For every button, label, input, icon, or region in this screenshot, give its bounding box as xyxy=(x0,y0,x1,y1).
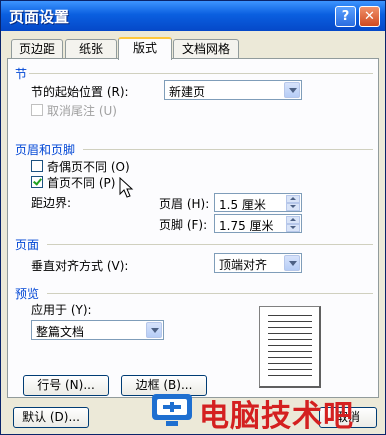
footer-distance-spinner[interactable]: 1.75 厘米 xyxy=(214,214,302,233)
divider xyxy=(47,244,373,245)
preview-line xyxy=(268,363,312,364)
footer-distance-value: 1.75 厘米 xyxy=(219,219,274,233)
vertical-alignment-value: 顶端对齐 xyxy=(219,258,268,272)
close-button[interactable]: ✕ xyxy=(359,6,380,27)
divider xyxy=(29,73,373,74)
spin-up-icon[interactable] xyxy=(286,195,300,203)
from-edge-label: 距边界: xyxy=(31,196,72,210)
odd-even-checkbox[interactable] xyxy=(31,160,43,172)
tab-margins[interactable]: 页边距 xyxy=(11,39,63,58)
watermark: 电脑技术吧 xyxy=(149,389,385,434)
default-button[interactable]: 默认 (D)... xyxy=(13,407,89,428)
preview-line xyxy=(268,333,312,334)
tab-paper[interactable]: 纸张 xyxy=(65,39,117,58)
first-page-label: 首页不同 (P) xyxy=(47,176,116,190)
preview-line xyxy=(268,315,312,316)
window-title: 页面设置 xyxy=(9,8,70,26)
divider xyxy=(83,149,373,150)
section-start-label: 节的起始位置 (R): xyxy=(31,85,129,99)
preview-line xyxy=(268,375,312,376)
vertical-alignment-label: 垂直对齐方式 (V): xyxy=(31,259,129,273)
divider xyxy=(47,293,373,294)
watermark-text: 电脑技术吧 xyxy=(199,399,354,434)
section-start-value: 新建页 xyxy=(169,85,206,99)
page-preview xyxy=(259,306,321,388)
spin-up-icon[interactable] xyxy=(286,216,300,224)
section-group-label: 节 xyxy=(15,67,28,81)
help-button[interactable]: ? xyxy=(335,6,356,27)
line-numbers-button[interactable]: 行号 (N)... xyxy=(23,375,109,396)
preview-line xyxy=(268,357,312,358)
preview-line xyxy=(268,339,312,340)
vertical-alignment-select[interactable]: 顶端对齐 xyxy=(214,253,302,273)
mouse-pointer-icon xyxy=(119,177,134,198)
tab-strip: 页边距 纸张 版式 文档网格 xyxy=(7,37,381,60)
section-start-select[interactable]: 新建页 xyxy=(164,80,302,100)
computer-logo-icon xyxy=(152,394,192,426)
suppress-endnotes-checkbox xyxy=(31,104,43,116)
title-bar: 页面设置 ? ✕ xyxy=(1,1,385,31)
odd-even-label: 奇偶页不同 (O) xyxy=(47,160,130,174)
apply-to-label: 应用于 (Y): xyxy=(31,303,92,317)
apply-to-select[interactable]: 整篇文档 xyxy=(31,320,164,340)
suppress-endnotes-label: 取消尾注 (U) xyxy=(47,104,117,118)
header-distance-value: 1.5 厘米 xyxy=(219,198,266,212)
footer-distance-label: 页脚 (F): xyxy=(159,218,208,232)
preview-line xyxy=(268,369,312,370)
first-page-checkbox[interactable] xyxy=(31,176,43,188)
header-distance-label: 页眉 (H): xyxy=(159,197,210,211)
tab-layout[interactable]: 版式 xyxy=(118,37,172,60)
header-distance-spinner[interactable]: 1.5 厘米 xyxy=(214,193,302,212)
preview-line xyxy=(268,327,312,328)
headers-footers-group-label: 页眉和页脚 xyxy=(15,143,76,157)
apply-to-value: 整篇文档 xyxy=(36,325,85,339)
preview-line xyxy=(268,345,312,346)
chevron-down-icon[interactable] xyxy=(146,322,162,338)
tab-document-grid[interactable]: 文档网格 xyxy=(173,39,239,58)
chevron-down-icon[interactable] xyxy=(284,255,300,271)
page-group-label: 页面 xyxy=(15,238,40,252)
preview-line xyxy=(268,351,312,352)
page-setup-dialog: 页面设置 ? ✕ 页边距 纸张 版式 文档网格 节 节的起始位置 (R): 新建… xyxy=(0,0,386,435)
spin-down-icon[interactable] xyxy=(286,224,300,232)
preview-group-label: 预览 xyxy=(15,287,40,301)
chevron-down-icon[interactable] xyxy=(284,82,300,98)
preview-line xyxy=(268,321,312,322)
spin-down-icon[interactable] xyxy=(286,203,300,211)
